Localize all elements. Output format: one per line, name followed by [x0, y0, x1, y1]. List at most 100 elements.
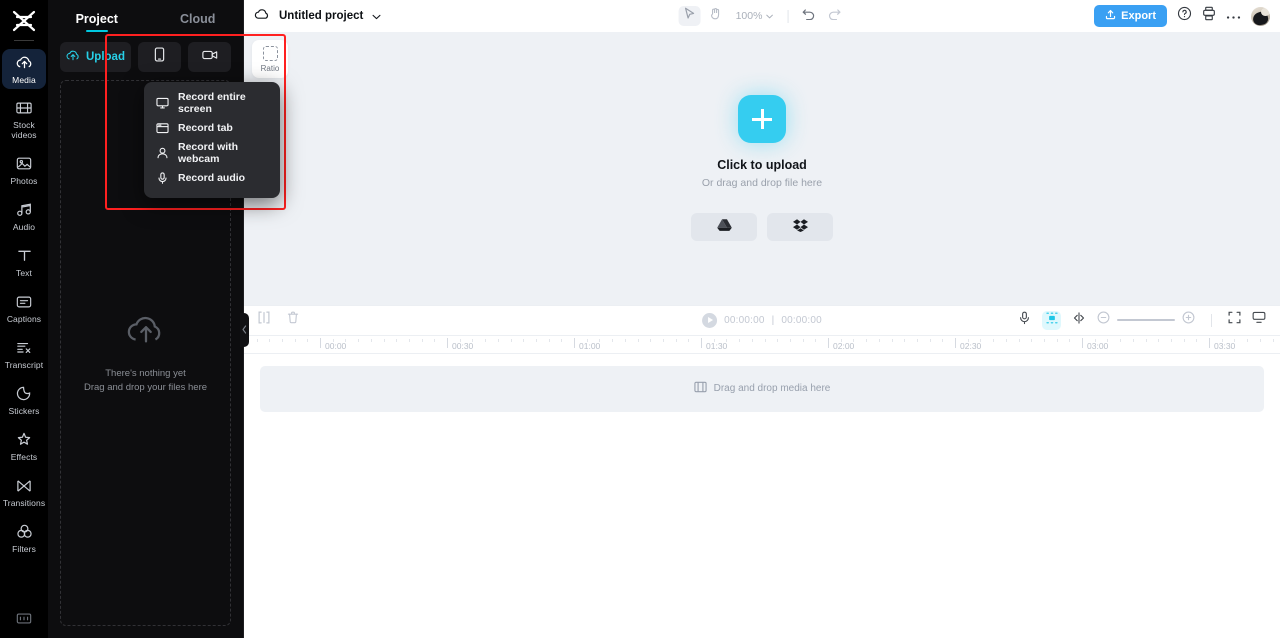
- google-drive-icon: [716, 218, 732, 237]
- menu-item-label: Record audio: [178, 171, 246, 184]
- sidebar-item-text[interactable]: Text: [2, 242, 46, 282]
- more-options-button[interactable]: [1226, 7, 1241, 25]
- sidebar-item-captions[interactable]: Captions: [2, 288, 46, 328]
- sidebar-item-media[interactable]: Media: [2, 49, 46, 89]
- hand-icon: [710, 7, 722, 25]
- ruler-minor-tick: [1234, 338, 1236, 342]
- add-media-button[interactable]: [738, 95, 786, 144]
- undo-button[interactable]: [797, 6, 819, 26]
- page-title: Untitled project: [279, 10, 364, 22]
- select-tool-button[interactable]: [678, 6, 701, 26]
- ruler-minor-tick: [535, 338, 537, 342]
- zoom-plus-icon[interactable]: [1182, 311, 1195, 329]
- play-button[interactable]: [702, 312, 718, 328]
- split-clip-button[interactable]: [258, 311, 270, 329]
- cloud-upload-icon: [16, 54, 33, 72]
- ruler-minor-tick: [993, 338, 995, 342]
- ruler-minor-tick: [459, 338, 461, 342]
- ruler-minor-tick: [980, 338, 982, 342]
- ruler-minor-tick: [815, 338, 817, 342]
- sidebar-item-label: Filters: [12, 543, 36, 554]
- ruler-major-tick: [955, 337, 956, 348]
- capcut-logo-icon[interactable]: [9, 8, 39, 34]
- sidebar-item-effects[interactable]: Effects: [2, 426, 46, 466]
- project-title-group[interactable]: Untitled project: [254, 7, 381, 25]
- sidebar-item-audio[interactable]: Audio: [2, 196, 46, 236]
- sidebar-item-label: Transcript: [4, 359, 44, 370]
- ruler-minor-tick: [904, 338, 906, 342]
- empty-state-line1: There's nothing yet: [105, 368, 186, 379]
- tab-cloud[interactable]: Cloud: [180, 12, 215, 32]
- tab-project[interactable]: Project: [76, 12, 118, 32]
- browser-tab-icon: [156, 122, 169, 134]
- timeline-zoom-slider[interactable]: [1097, 311, 1195, 329]
- menu-item-record-tab[interactable]: Record tab: [144, 115, 280, 140]
- upload-button[interactable]: Upload: [60, 42, 131, 72]
- film-strip-icon: [693, 380, 707, 398]
- menu-item-record-with-webcam[interactable]: Record with webcam: [144, 140, 280, 165]
- sidebar-item-transcript[interactable]: Transcript: [2, 334, 46, 374]
- snap-toggle-button[interactable]: [1042, 310, 1061, 330]
- ruler-minor-tick: [789, 338, 791, 342]
- chevron-down-icon[interactable]: [372, 7, 381, 25]
- monitor-icon: [156, 97, 169, 109]
- cloud-upload-icon: [66, 49, 80, 65]
- print-button[interactable]: [1202, 6, 1216, 26]
- transcript-icon: [16, 339, 32, 357]
- sidebar-item-label: Photos: [10, 175, 38, 186]
- ruler-minor-tick: [1247, 338, 1249, 342]
- keyboard-shortcuts-button[interactable]: [0, 612, 48, 630]
- zoom-level-selector[interactable]: 100%: [736, 10, 774, 22]
- display-icon: [1252, 311, 1266, 328]
- google-drive-button[interactable]: [691, 213, 757, 242]
- record-voiceover-button[interactable]: [1018, 311, 1031, 330]
- avatar[interactable]: [1251, 6, 1270, 26]
- media-drop-track[interactable]: Drag and drop media here: [260, 365, 1264, 412]
- ratio-button[interactable]: Ratio: [252, 40, 288, 78]
- timeline-ruler[interactable]: 00:00 00:30 01:00 01:30 02:00 02:30 03:00 03:30: [244, 334, 1280, 354]
- menu-item-label: Record tab: [178, 121, 233, 134]
- export-button[interactable]: Export: [1094, 5, 1167, 27]
- sidebar-item-stickers[interactable]: Stickers: [2, 380, 46, 420]
- video-camera-icon: [201, 48, 218, 66]
- cloud-source-row: [691, 213, 833, 242]
- dropbox-button[interactable]: [767, 213, 833, 242]
- ruler-minor-tick: [396, 338, 398, 342]
- drop-track-label: Drag and drop media here: [713, 383, 831, 394]
- panel-collapse-handle[interactable]: [240, 313, 249, 347]
- upload-dropzone[interactable]: Click to upload Or drag and drop file he…: [691, 95, 833, 242]
- ruler-label: 03:30: [1214, 340, 1236, 351]
- ruler-minor-tick: [1158, 338, 1160, 342]
- upload-title: Click to upload: [717, 158, 807, 173]
- ruler-minor-tick: [1196, 338, 1198, 342]
- ruler-minor-tick: [802, 338, 804, 342]
- zoom-slider-track[interactable]: [1117, 319, 1175, 321]
- zoom-minus-icon[interactable]: [1097, 311, 1110, 329]
- ruler-major-tick: [447, 337, 448, 348]
- ruler-minor-tick: [1107, 338, 1109, 342]
- display-settings-button[interactable]: [1252, 311, 1266, 329]
- ruler-minor-tick: [370, 338, 372, 342]
- delete-button[interactable]: [287, 311, 299, 329]
- redo-button[interactable]: [823, 6, 845, 26]
- menu-item-record-audio[interactable]: Record audio: [144, 165, 280, 190]
- upload-from-phone-button[interactable]: [138, 42, 181, 72]
- help-button[interactable]: [1177, 6, 1192, 26]
- sidebar-item-label: Stickers: [8, 405, 40, 416]
- sidebar-item-filters[interactable]: Filters: [2, 518, 46, 558]
- mirror-split-icon: [1072, 311, 1086, 328]
- sidebar-item-stock-videos[interactable]: Stock videos: [2, 95, 46, 144]
- sidebar-item-label: Audio: [12, 221, 36, 232]
- fit-screen-button[interactable]: [1228, 311, 1241, 329]
- hand-tool-button[interactable]: [705, 6, 727, 26]
- ruler-minor-tick: [1043, 338, 1045, 342]
- sidebar-item-transitions[interactable]: Transitions: [2, 472, 46, 512]
- sidebar-item-photos[interactable]: Photos: [2, 150, 46, 190]
- ruler-minor-tick: [650, 338, 652, 342]
- ruler-minor-tick: [510, 338, 512, 342]
- mirror-split-button[interactable]: [1072, 311, 1086, 329]
- panel-tabs: Project Cloud: [48, 0, 243, 32]
- menu-item-record-entire-screen[interactable]: Record entire screen: [144, 90, 280, 115]
- record-button[interactable]: [188, 42, 231, 72]
- question-circle-icon: [1177, 6, 1192, 26]
